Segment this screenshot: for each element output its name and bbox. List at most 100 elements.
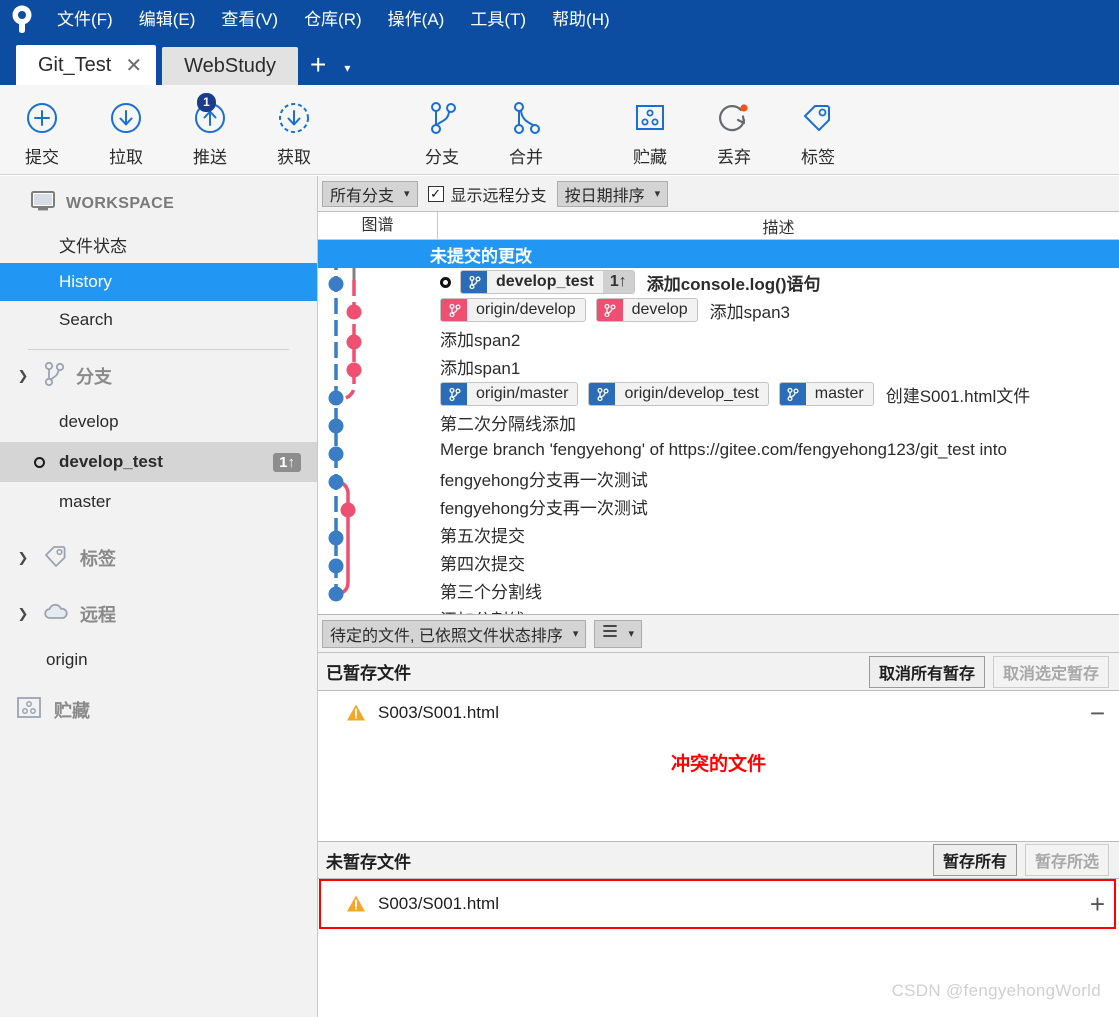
column-header-graph[interactable]: 图谱: [318, 211, 438, 240]
sidebar-group-branches[interactable]: ❯ 分支: [0, 350, 317, 402]
staged-files-title: 已暂存文件: [326, 664, 411, 683]
commit-message: 添加span2: [440, 330, 521, 350]
toolbar-fetch-button[interactable]: 获取: [252, 95, 336, 168]
menu-item-tools[interactable]: 工具(T): [457, 0, 539, 40]
list-view-icon: [602, 624, 618, 643]
remote-label: origin: [46, 650, 88, 669]
unstaged-file-row[interactable]: S003/S001.html +: [318, 879, 1119, 929]
commit-history-list[interactable]: 未提交的更改 develop_test 1↑ 添加console.log()语句…: [318, 240, 1119, 615]
toolbar-pull-button[interactable]: 拉取: [84, 95, 168, 168]
menu-item-actions[interactable]: 操作(A): [375, 0, 458, 40]
commit-row[interactable]: Merge branch 'fengyehong' of https://git…: [318, 436, 1119, 464]
show-remote-branches-checkbox[interactable]: ✓ 显示远程分支: [427, 182, 547, 206]
branch-tag-label: origin/develop_test: [624, 385, 759, 402]
unstage-file-button[interactable]: −: [1090, 700, 1105, 726]
toolbar-push-button[interactable]: 1 推送: [168, 93, 252, 168]
file-sort-dropdown[interactable]: 待定的文件, 已依照文件状态排序 ▾: [322, 619, 587, 648]
toolbar-branch-button[interactable]: 分支: [400, 95, 484, 168]
history-column-headers: 图谱 描述: [318, 211, 1119, 240]
branch-tag[interactable]: origin/develop_test: [588, 382, 769, 406]
branch-icon: [461, 271, 487, 293]
commit-row[interactable]: fengyehong分支再一次测试: [318, 492, 1119, 520]
tab-webstudy[interactable]: WebStudy: [162, 47, 299, 85]
chevron-down-icon[interactable]: ❯: [14, 368, 32, 384]
commit-message: 添加分割线: [440, 606, 525, 615]
sidebar-group-remotes[interactable]: ❯ 远程: [0, 588, 317, 640]
stage-all-button[interactable]: 暂存所有: [932, 844, 1017, 876]
stage-file-button[interactable]: +: [1090, 891, 1105, 917]
menu-item-edit[interactable]: 编辑(E): [126, 0, 209, 40]
sidebar-group-tags[interactable]: ❯ 标签: [0, 532, 317, 584]
chevron-down-icon[interactable]: ❯: [14, 550, 32, 566]
branch-tag[interactable]: origin/develop: [440, 298, 586, 322]
commit-row[interactable]: origin/master origin/develop_test master…: [318, 380, 1119, 408]
sidebar-branch-develop[interactable]: develop: [0, 402, 317, 442]
sidebar-item-search[interactable]: Search: [0, 301, 317, 339]
toolbar-merge-button[interactable]: 合并: [484, 95, 568, 168]
menu-bar: 文件(F) 编辑(E) 查看(V) 仓库(R) 操作(A) 工具(T) 帮助(H…: [0, 0, 1119, 40]
sidebar-group-label: 分支: [76, 367, 112, 387]
staged-files-list[interactable]: S003/S001.html − 冲突的文件: [318, 691, 1119, 841]
current-branch-dot-icon: [34, 456, 45, 468]
commit-row[interactable]: origin/develop develop 添加span3: [318, 296, 1119, 324]
sidebar-item-label: History: [59, 272, 112, 291]
tab-bar: Git_Test ✕ WebStudy + ▾: [0, 40, 1119, 85]
toolbar-commit-button[interactable]: 提交: [0, 95, 84, 168]
file-view-dropdown[interactable]: ▾: [594, 619, 642, 648]
branch-filter-dropdown[interactable]: 所有分支 ▾: [322, 180, 418, 207]
sidebar-item-history[interactable]: History: [0, 263, 317, 301]
commit-message: 未提交的更改: [430, 246, 532, 266]
discard-refresh-icon: [716, 95, 752, 141]
toolbar-stash-button[interactable]: 贮藏: [608, 95, 692, 168]
commit-row[interactable]: develop_test 1↑ 添加console.log()语句: [318, 268, 1119, 296]
commit-row[interactable]: 第二次分隔线添加: [318, 408, 1119, 436]
menu-item-repository[interactable]: 仓库(R): [291, 0, 375, 40]
menu-item-file[interactable]: 文件(F): [44, 0, 126, 40]
chevron-down-icon: ▾: [654, 188, 661, 200]
branch-icon: [42, 360, 66, 393]
toolbar-tag-button[interactable]: 标签: [776, 95, 860, 168]
fetch-dashed-icon: [276, 95, 312, 141]
commit-row[interactable]: 添加span1: [318, 352, 1119, 380]
menu-item-help[interactable]: 帮助(H): [539, 0, 623, 40]
commit-row[interactable]: 添加span2: [318, 324, 1119, 352]
main-content: 所有分支 ▾ ✓ 显示远程分支 按日期排序 ▾ 图谱 描述 未提交的更改 dev…: [318, 176, 1119, 1017]
merge-icon: [509, 95, 543, 141]
commit-row[interactable]: 第四次提交: [318, 548, 1119, 576]
close-icon[interactable]: ✕: [125, 53, 142, 78]
sidebar-item-label: Search: [59, 310, 113, 329]
branch-tag-label: origin/develop: [476, 301, 576, 318]
commit-row[interactable]: 第三个分割线: [318, 576, 1119, 604]
branch-icon: [441, 383, 467, 405]
unstage-selected-button: 取消选定暂存: [992, 655, 1109, 688]
branch-tag[interactable]: develop: [595, 298, 698, 322]
unstage-all-button[interactable]: 取消所有暂存: [868, 655, 985, 688]
sidebar-branch-master[interactable]: master: [0, 482, 317, 522]
sidebar-branch-develop-test[interactable]: develop_test 1↑: [0, 442, 317, 482]
chevron-down-icon[interactable]: ❯: [14, 606, 32, 622]
commit-message: 添加console.log()语句: [646, 274, 821, 294]
unstaged-files-list[interactable]: S003/S001.html +: [318, 879, 1119, 994]
tab-git-test[interactable]: Git_Test ✕: [16, 45, 157, 85]
branch-tag-count: 1↑: [602, 271, 634, 293]
push-up-arrow-icon: 1: [192, 93, 228, 141]
add-tab-button[interactable]: +: [310, 49, 326, 81]
branch-tag[interactable]: origin/master: [440, 382, 579, 406]
commit-row[interactable]: fengyehong分支再一次测试: [318, 464, 1119, 492]
menu-item-view[interactable]: 查看(V): [208, 0, 291, 40]
toolbar-discard-button[interactable]: 丢弃: [692, 95, 776, 168]
column-header-description[interactable]: 描述: [438, 214, 1119, 238]
sort-filter-dropdown[interactable]: 按日期排序 ▾: [556, 180, 669, 207]
branch-tag[interactable]: develop_test 1↑: [460, 270, 635, 294]
staged-file-row[interactable]: S003/S001.html −: [318, 691, 1119, 735]
commit-row[interactable]: 第五次提交: [318, 520, 1119, 548]
commit-row-uncommitted[interactable]: 未提交的更改: [318, 240, 1119, 268]
sidebar-group-stashes[interactable]: ❯ 贮藏: [0, 684, 317, 736]
branch-tag[interactable]: master: [778, 382, 874, 406]
commit-row[interactable]: 添加分割线: [318, 604, 1119, 615]
sort-filter-value: 按日期排序: [564, 187, 645, 205]
sidebar-item-file-status[interactable]: 文件状态: [0, 225, 317, 263]
branch-tag-label: develop_test: [496, 273, 594, 290]
chevron-down-icon[interactable]: ▾: [344, 61, 350, 75]
sidebar-remote-origin[interactable]: ❯ origin: [0, 640, 317, 680]
